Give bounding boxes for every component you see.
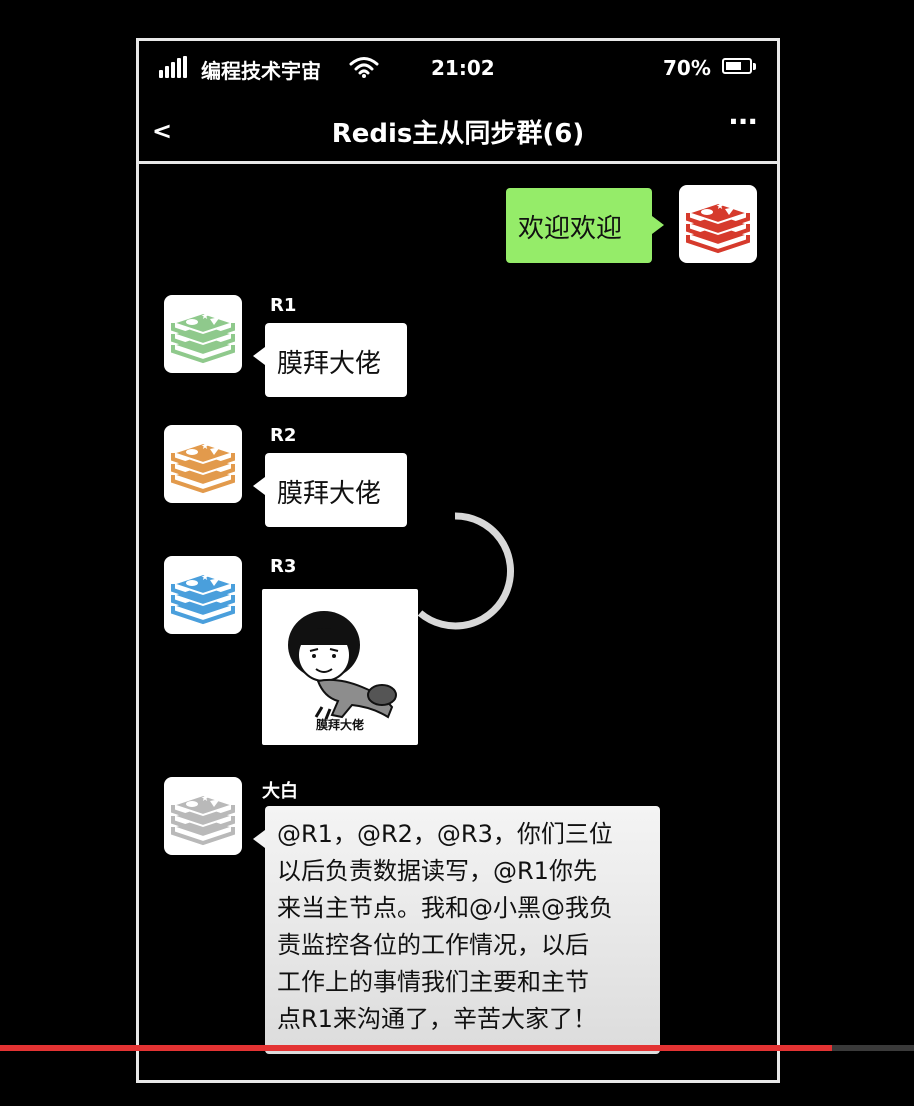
sender-name: R1	[270, 295, 297, 316]
battery-percent: 70%	[663, 56, 711, 80]
message-line: @R1，@R2，@R3，你们三位	[277, 820, 613, 848]
loading-spinner-icon	[417, 512, 514, 630]
sender-name: R3	[270, 556, 297, 577]
video-progress-played	[0, 1045, 832, 1051]
carrier-name: 编程技术宇宙	[201, 59, 321, 83]
message-text: 膜拜大佬	[277, 479, 382, 509]
svg-text:★: ★	[201, 794, 209, 804]
avatar-r1[interactable]: ★	[164, 295, 242, 373]
message-line: 工作上的事情我们主要和主节	[277, 968, 589, 996]
message-text: 欢迎欢迎	[518, 214, 623, 244]
avatar-self[interactable]: ★	[679, 185, 757, 263]
more-options-button[interactable]: ···	[728, 105, 758, 138]
message-bubble[interactable]: 膜拜大佬	[253, 453, 407, 527]
battery-level	[726, 62, 742, 70]
sender-name: R2	[270, 425, 297, 446]
message-bubble-outgoing[interactable]: 欢迎欢迎	[506, 188, 664, 263]
message-bubble[interactable]: 膜拜大佬	[253, 323, 407, 397]
sticker-caption: 膜拜大佬	[315, 718, 364, 732]
redis-logo-icon: ★	[684, 201, 752, 254]
message-line: 点R1来沟通了，辛苦大家了！	[277, 1005, 597, 1033]
clock: 21:02	[431, 56, 495, 80]
svg-text:★: ★	[716, 202, 724, 212]
redis-logo-icon: ★	[169, 311, 237, 364]
message-bubble[interactable]: @R1，@R2，@R3，你们三位 以后负责数据读写，@R1你先 来当主节点。我和…	[253, 806, 660, 1054]
message-line: 责监控各位的工作情况，以后	[277, 931, 589, 959]
message-line: 以后负责数据读写，@R1你先	[277, 857, 597, 885]
svg-text:★: ★	[201, 442, 209, 452]
redis-logo-icon: ★	[169, 441, 237, 494]
message-text: @R1，@R2，@R3，你们三位 以后负责数据读写，@R1你先 来当主节点。我和…	[277, 816, 613, 1038]
sender-name: 大白	[262, 781, 298, 802]
svg-text:★: ★	[201, 573, 209, 583]
chat-title: Redis主从同步群(6)	[331, 119, 585, 149]
battery-icon	[722, 58, 756, 74]
status-bar: 编程技术宇宙 21:02 70%	[139, 41, 777, 99]
message-line: 来当主节点。我和@小黑@我负	[277, 894, 613, 922]
redis-logo-icon: ★	[169, 793, 237, 846]
redis-logo-icon: ★	[169, 572, 237, 625]
avatar-r3[interactable]: ★	[164, 556, 242, 634]
avatar-dabai[interactable]: ★	[164, 777, 242, 855]
svg-text:★: ★	[201, 312, 209, 322]
message-text: 膜拜大佬	[277, 349, 382, 379]
video-progress-bar[interactable]	[0, 1045, 914, 1051]
avatar-r2[interactable]: ★	[164, 425, 242, 503]
chat-header: < Redis主从同步群(6) ···	[139, 99, 777, 164]
wifi-icon	[349, 57, 379, 78]
signal-bars-icon	[159, 56, 189, 78]
